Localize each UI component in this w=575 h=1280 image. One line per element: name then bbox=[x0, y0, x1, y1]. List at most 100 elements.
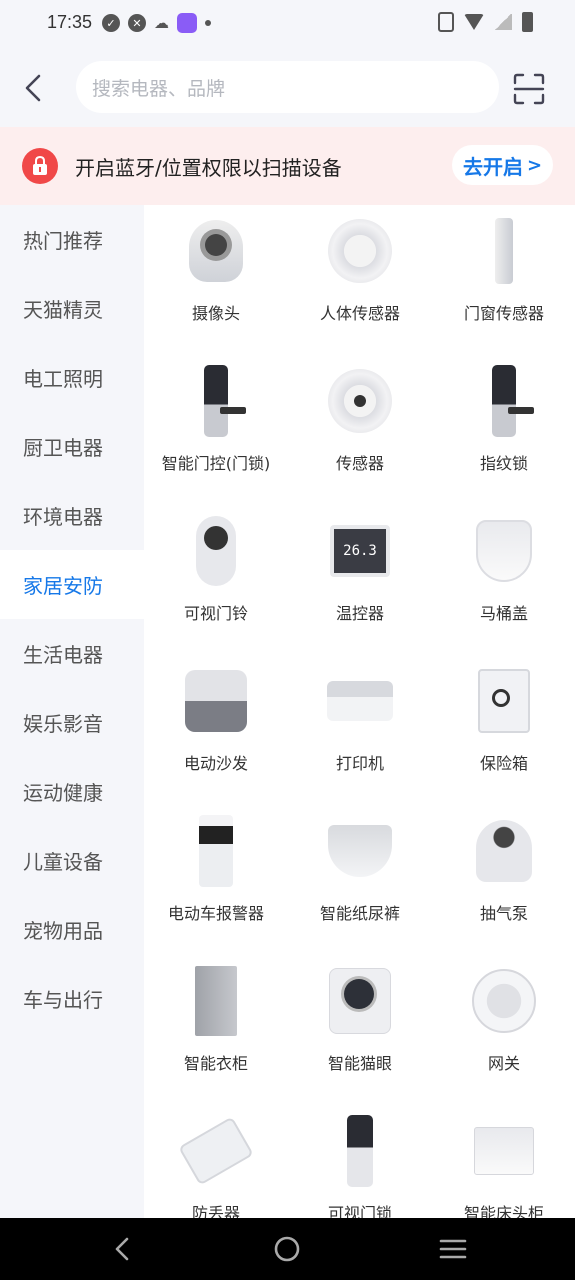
sidebar-item-label: 娱乐影音 bbox=[23, 712, 103, 736]
vibrate-icon bbox=[438, 12, 454, 32]
nav-recents-icon bbox=[439, 1239, 467, 1259]
product-door-window-sensor[interactable]: 门窗传感器 bbox=[432, 205, 575, 355]
sidebar-item-kitchen-bath[interactable]: 厨卫电器 bbox=[0, 412, 144, 481]
chevron-right-icon: > bbox=[526, 154, 543, 176]
sidebar-item-label: 生活电器 bbox=[23, 643, 103, 667]
scan-button[interactable] bbox=[512, 72, 546, 106]
product-label: 门窗传感器 bbox=[463, 304, 544, 323]
smart-door-lock-product-image bbox=[181, 365, 251, 437]
product-fingerprint-lock[interactable]: 指纹锁 bbox=[432, 355, 575, 505]
back-button[interactable] bbox=[18, 68, 48, 108]
status-time: 17:35 bbox=[47, 12, 93, 32]
product-ebike-alarm[interactable]: 电动车报警器 bbox=[144, 805, 288, 955]
safe-product-image bbox=[469, 665, 539, 737]
product-label: 可视门铃 bbox=[183, 604, 248, 623]
product-gateway[interactable]: 网关 bbox=[432, 955, 575, 1105]
product-video-door-lock[interactable]: 可视门锁 bbox=[288, 1105, 432, 1218]
enable-permission-button[interactable]: 去开启 > bbox=[452, 145, 553, 185]
product-label: 马桶盖 bbox=[479, 604, 528, 623]
sidebar-item-electrical-lighting[interactable]: 电工照明 bbox=[0, 343, 144, 412]
sidebar-item-entertainment[interactable]: 娱乐影音 bbox=[0, 688, 144, 757]
sensor-product-image bbox=[325, 365, 395, 437]
gateway-product-image bbox=[469, 965, 539, 1037]
cloud-icon: ☁ bbox=[154, 14, 169, 32]
product-label: 保险箱 bbox=[479, 754, 528, 773]
product-power-sofa[interactable]: 电动沙发 bbox=[144, 655, 288, 805]
sidebar-item-hot[interactable]: 热门推荐 bbox=[0, 205, 144, 274]
product-smart-door-lock[interactable]: 智能门控(门锁) bbox=[144, 355, 288, 505]
door-window-sensor-product-image bbox=[469, 215, 539, 287]
lock-icon bbox=[22, 148, 58, 184]
top-header: 搜索电器、品牌 bbox=[0, 48, 575, 126]
sidebar-item-pets[interactable]: 宠物用品 bbox=[0, 895, 144, 964]
sidebar-item-vehicles[interactable]: 车与出行 bbox=[0, 964, 144, 1033]
chevron-left-icon bbox=[25, 74, 41, 102]
product-toilet-seat[interactable]: 马桶盖 bbox=[432, 505, 575, 655]
product-video-doorbell[interactable]: 可视门铃 bbox=[144, 505, 288, 655]
product-motion-sensor[interactable]: 人体传感器 bbox=[288, 205, 432, 355]
product-thermostat[interactable]: 26.3 温控器 bbox=[288, 505, 432, 655]
system-nav-bar bbox=[0, 1218, 575, 1280]
sidebar-item-environment[interactable]: 环境电器 bbox=[0, 481, 144, 550]
wifi-icon bbox=[464, 14, 484, 30]
product-grid: 摄像头 人体传感器 门窗传感器 智能门控(门锁) 传感器 指纹锁 可视门铃 26… bbox=[144, 205, 575, 1218]
product-smart-peephole[interactable]: 智能猫眼 bbox=[288, 955, 432, 1105]
product-label: 人体传感器 bbox=[319, 304, 400, 323]
toilet-seat-product-image bbox=[469, 515, 539, 587]
permission-banner: 开启蓝牙/位置权限以扫描设备 去开启 > bbox=[0, 127, 575, 205]
nav-recents-button[interactable] bbox=[438, 1234, 468, 1264]
product-label: 智能床头柜 bbox=[463, 1204, 544, 1218]
motion-sensor-product-image bbox=[325, 215, 395, 287]
scan-icon bbox=[513, 73, 545, 105]
signal-icon bbox=[494, 14, 512, 30]
sidebar-item-home-appliances[interactable]: 生活电器 bbox=[0, 619, 144, 688]
sidebar-item-kids[interactable]: 儿童设备 bbox=[0, 826, 144, 895]
product-camera[interactable]: 摄像头 bbox=[144, 205, 288, 355]
smart-diaper-product-image bbox=[325, 815, 395, 887]
app-notification-icon bbox=[177, 13, 197, 33]
sidebar-item-sports-health[interactable]: 运动健康 bbox=[0, 757, 144, 826]
sidebar-item-tmall-genie[interactable]: 天猫精灵 bbox=[0, 274, 144, 343]
sidebar-item-label: 宠物用品 bbox=[23, 919, 103, 943]
video-doorbell-product-image bbox=[181, 515, 251, 587]
sidebar-item-label: 电工照明 bbox=[23, 367, 103, 391]
ebike-alarm-product-image bbox=[181, 815, 251, 887]
product-label: 可视门锁 bbox=[327, 1204, 392, 1218]
sidebar-item-home-security[interactable]: 家居安防 bbox=[0, 550, 144, 619]
smart-peephole-product-image bbox=[325, 965, 395, 1037]
power-sofa-product-image bbox=[181, 665, 251, 737]
enable-permission-label: 去开启 bbox=[462, 154, 523, 179]
product-smart-diaper[interactable]: 智能纸尿裤 bbox=[288, 805, 432, 955]
product-label: 打印机 bbox=[335, 754, 384, 773]
air-pump-product-image bbox=[469, 815, 539, 887]
banner-message: 开启蓝牙/位置权限以扫描设备 bbox=[75, 156, 342, 180]
status-bar: 17:35 ✓ ✕ ☁ bbox=[0, 0, 575, 48]
product-smart-wardrobe[interactable]: 智能衣柜 bbox=[144, 955, 288, 1105]
smart-wardrobe-product-image bbox=[181, 965, 251, 1037]
battery-icon bbox=[522, 12, 533, 32]
printer-product-image bbox=[325, 665, 395, 737]
product-safe[interactable]: 保险箱 bbox=[432, 655, 575, 805]
product-printer[interactable]: 打印机 bbox=[288, 655, 432, 805]
shield-icon: ✕ bbox=[128, 14, 146, 32]
product-label: 防丢器 bbox=[191, 1204, 240, 1218]
nav-home-button[interactable] bbox=[272, 1234, 302, 1264]
product-label: 智能纸尿裤 bbox=[319, 904, 400, 923]
anti-lost-tracker-product-image bbox=[178, 1115, 254, 1187]
sidebar-item-label: 环境电器 bbox=[23, 505, 103, 529]
nav-back-button[interactable] bbox=[107, 1234, 137, 1264]
product-label: 抽气泵 bbox=[479, 904, 528, 923]
smart-nightstand-product-image bbox=[469, 1115, 539, 1187]
status-left-icons: ✓ ✕ ☁ bbox=[102, 13, 211, 33]
product-label: 智能门控(门锁) bbox=[161, 454, 271, 473]
product-label: 网关 bbox=[487, 1054, 520, 1073]
sidebar-item-label: 厨卫电器 bbox=[23, 436, 103, 460]
product-air-pump[interactable]: 抽气泵 bbox=[432, 805, 575, 955]
product-anti-lost-tracker[interactable]: 防丢器 bbox=[144, 1105, 288, 1218]
sidebar-item-label: 热门推荐 bbox=[23, 229, 103, 253]
product-label: 传感器 bbox=[335, 454, 384, 473]
product-smart-nightstand[interactable]: 智能床头柜 bbox=[432, 1105, 575, 1218]
product-sensor[interactable]: 传感器 bbox=[288, 355, 432, 505]
product-label: 指纹锁 bbox=[479, 454, 528, 473]
search-input[interactable]: 搜索电器、品牌 bbox=[76, 61, 499, 113]
